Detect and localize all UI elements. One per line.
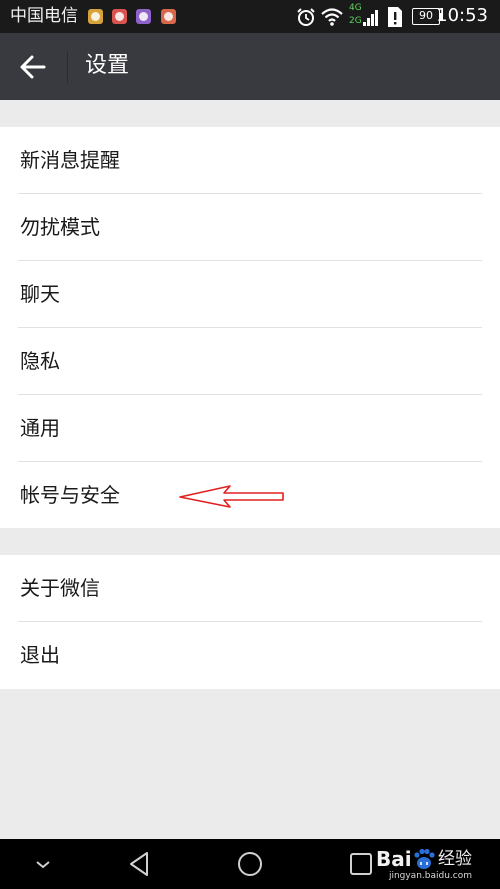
sim-alert-icon <box>388 7 402 27</box>
health-app-icon <box>112 9 127 24</box>
signal-icon <box>363 10 378 26</box>
settings-item-label: 新消息提醒 <box>20 148 120 172</box>
settings-item-label: 关于微信 <box>20 576 100 600</box>
settings-group-secondary: 关于微信 退出 <box>0 555 500 689</box>
settings-item-label: 退出 <box>20 643 60 667</box>
settings-group-main: 新消息提醒 勿扰模式 聊天 隐私 通用 帐号与安全 <box>0 127 500 528</box>
baidu-watermark: Bai 经验 <box>376 847 474 873</box>
settings-item-do-not-disturb[interactable]: 勿扰模式 <box>0 194 500 261</box>
status-time: 10:53 <box>436 5 488 26</box>
gallery-app-icon <box>136 9 151 24</box>
back-triangle-icon <box>130 852 148 876</box>
chrome-app-icon <box>88 9 103 24</box>
arrow-left-icon <box>20 55 46 79</box>
settings-item-chat[interactable]: 聊天 <box>0 261 500 328</box>
battery-level: 90 <box>419 9 433 22</box>
nav-recents-button[interactable] <box>346 849 376 879</box>
alarm-icon <box>297 8 315 26</box>
wifi-icon <box>321 8 343 26</box>
chevron-down-icon <box>36 861 50 869</box>
watermark-brand: Bai <box>376 847 412 871</box>
settings-item-general[interactable]: 通用 <box>0 395 500 462</box>
back-button[interactable] <box>14 47 54 87</box>
status-bar: 中国电信 4G 2G 90 10:53 <box>0 0 500 33</box>
settings-item-privacy[interactable]: 隐私 <box>0 328 500 395</box>
nav-collapse-button[interactable] <box>28 849 58 879</box>
tool-app-icon <box>161 9 176 24</box>
annotation-arrow-icon <box>179 485 284 508</box>
settings-item-label: 帐号与安全 <box>20 483 120 507</box>
watermark-url: jingyan.baidu.com <box>388 871 472 881</box>
settings-item-label: 勿扰模式 <box>20 215 100 239</box>
carrier-name: 中国电信 <box>10 6 78 26</box>
paw-logo-icon <box>414 848 435 869</box>
home-circle-icon <box>238 852 262 876</box>
settings-item-label: 隐私 <box>20 349 60 373</box>
page-title: 设置 <box>85 53 130 78</box>
settings-item-notifications[interactable]: 新消息提醒 <box>0 127 500 194</box>
app-bar-divider <box>67 51 68 83</box>
nav-home-button[interactable] <box>235 849 265 879</box>
network-4g-label: 4G <box>349 3 362 13</box>
network-2g-label: 2G <box>349 16 362 26</box>
system-nav-bar: Bai 经验 jingyan.baidu.com <box>0 839 500 889</box>
nav-back-button[interactable] <box>125 849 155 879</box>
watermark-brand-cn: 经验 <box>438 849 472 869</box>
recents-square-icon <box>350 853 372 875</box>
app-bar: 设置 <box>0 33 500 100</box>
settings-item-label: 聊天 <box>20 282 60 306</box>
settings-item-about[interactable]: 关于微信 <box>0 555 500 622</box>
settings-item-label: 通用 <box>20 416 60 440</box>
settings-item-logout[interactable]: 退出 <box>0 622 500 689</box>
